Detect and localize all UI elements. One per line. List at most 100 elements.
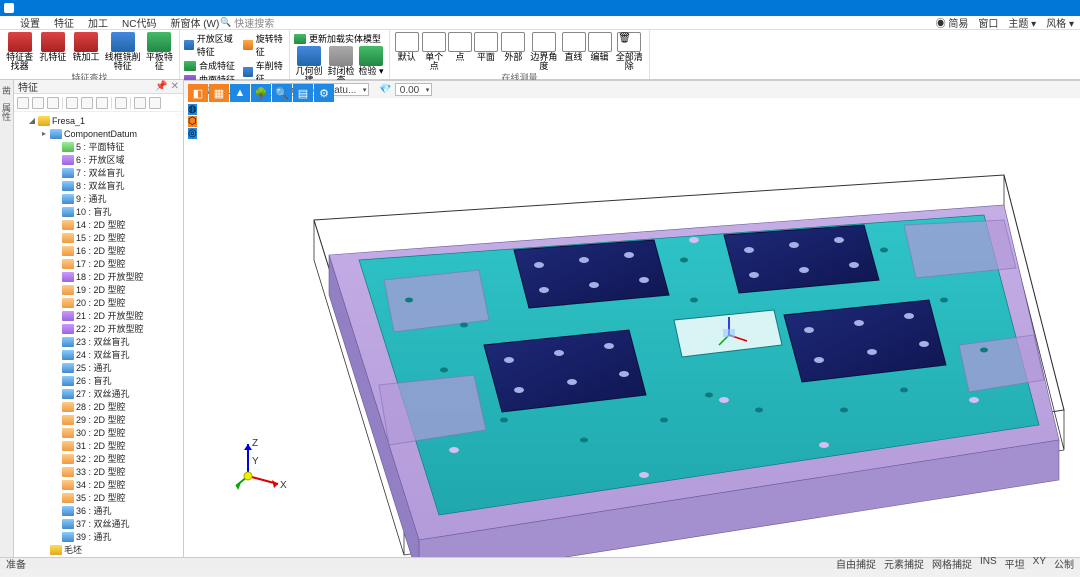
tree-item[interactable]: 34 : 2D 型腔: [14, 478, 183, 491]
menu-machining[interactable]: 加工: [88, 15, 108, 30]
tree-item[interactable]: 27 : 双丝通孔: [14, 387, 183, 400]
tree-item[interactable]: 18 : 2D 开放型腔: [14, 270, 183, 283]
feature-tree[interactable]: ◢Fresa_1▸ComponentDatum5 : 平面特征6 : 开放区域7…: [14, 112, 183, 557]
plane-button[interactable]: 平面: [473, 32, 499, 71]
view-icon[interactable]: ◎: [188, 128, 197, 139]
tree-item[interactable]: 21 : 2D 开放型腔: [14, 309, 183, 322]
view-icon[interactable]: ◧: [188, 84, 208, 102]
viewport[interactable]: ◧ ▦ ▲ 🌳 🔍 ▤ ⚙ ◍ ⬡ ◎: [184, 80, 1080, 557]
clear-all-button[interactable]: 🗑全部清除: [614, 32, 645, 71]
hole-feature-button[interactable]: 孔特征: [37, 32, 68, 71]
status-value-dropdown[interactable]: 0.00: [395, 83, 432, 96]
tree-item[interactable]: 37 : 双丝通孔: [14, 517, 183, 530]
slab-button[interactable]: 平板特征: [144, 32, 175, 71]
view-icon[interactable]: ◍: [188, 104, 197, 115]
svg-text:X: X: [280, 480, 287, 491]
snap-grid[interactable]: 网格捕捉: [932, 556, 972, 571]
view-icon[interactable]: 🔍: [272, 84, 292, 102]
status-flat: 平坦: [1005, 556, 1025, 571]
view-icon[interactable]: ▦: [209, 84, 229, 102]
menu-feature[interactable]: 特征: [54, 15, 74, 30]
sidebar: 凿 属性: [0, 80, 14, 557]
menu-theme[interactable]: 主题 ▾: [1008, 15, 1036, 30]
tree-item[interactable]: 20 : 2D 型腔: [14, 296, 183, 309]
tree-item[interactable]: 31 : 2D 型腔: [14, 439, 183, 452]
pin-icon[interactable]: 📌 ✕: [155, 81, 179, 92]
menu-simple[interactable]: ◉ 简易: [936, 15, 969, 30]
feature-finder-button[interactable]: 特征查找器: [4, 32, 35, 71]
quick-search[interactable]: 快速搜索: [220, 15, 274, 30]
tree-item[interactable]: 15 : 2D 型腔: [14, 231, 183, 244]
tree-item[interactable]: 17 : 2D 型腔: [14, 257, 183, 270]
menu-newform[interactable]: 新窗体 (W): [170, 15, 219, 30]
edit-button[interactable]: 编辑: [588, 32, 612, 71]
tree-item[interactable]: 19 : 2D 型腔: [14, 283, 183, 296]
tool-icon[interactable]: [81, 97, 93, 109]
panel-title: 特征: [18, 79, 38, 94]
tool-icon[interactable]: [115, 97, 127, 109]
tree-item[interactable]: 10 : 盲孔: [14, 205, 183, 218]
tree-item[interactable]: 35 : 2D 型腔: [14, 491, 183, 504]
menu-nc[interactable]: NC代码: [122, 15, 156, 30]
tree-item[interactable]: 26 : 盲孔: [14, 374, 183, 387]
menu-window[interactable]: 窗口: [978, 15, 998, 30]
tool-icon[interactable]: [96, 97, 108, 109]
tree-item[interactable]: 24 : 双丝盲孔: [14, 348, 183, 361]
tree-item[interactable]: 22 : 2D 开放型腔: [14, 322, 183, 335]
default-button[interactable]: 默认: [394, 32, 420, 71]
tool-icon[interactable]: [66, 97, 78, 109]
update-solid-button[interactable]: 更新加载实体模型: [294, 32, 385, 45]
tree-item[interactable]: 5 : 平面特征: [14, 140, 183, 153]
tool-icon[interactable]: [17, 97, 29, 109]
view-icon[interactable]: ▲: [230, 84, 250, 102]
sidebar-tab[interactable]: 属性: [0, 103, 13, 121]
tree-item[interactable]: 32 : 2D 型腔: [14, 452, 183, 465]
tree-item[interactable]: 30 : 2D 型腔: [14, 426, 183, 439]
tree-item[interactable]: 6 : 开放区域: [14, 153, 183, 166]
footer-statusbar: 准备 自由捕捉 元素捕捉 网格捕捉 INS 平坦 XY 公制: [0, 557, 1080, 569]
ribbon: 特征查找器 孔特征 铣加工 线框铣削特征 平板特征 特征查找 开放区域特征 合成…: [0, 30, 1080, 80]
edge-angle-button[interactable]: 边界角度: [528, 32, 559, 71]
tree-item[interactable]: 14 : 2D 型腔: [14, 218, 183, 231]
tree-item[interactable]: 33 : 2D 型腔: [14, 465, 183, 478]
line-button[interactable]: 直线: [562, 32, 586, 71]
tree-component[interactable]: ▸ComponentDatum: [14, 127, 183, 140]
model-view[interactable]: [184, 80, 1080, 557]
outer-button[interactable]: 外部: [501, 32, 527, 71]
view-icon[interactable]: ⚙: [314, 84, 334, 102]
snap-free[interactable]: 自由捕捉: [836, 556, 876, 571]
tree-item[interactable]: 8 : 双丝盲孔: [14, 179, 183, 192]
rotate-button[interactable]: 旋转特征: [243, 32, 285, 58]
view-icon[interactable]: ▤: [293, 84, 313, 102]
tree-root[interactable]: ◢Fresa_1: [14, 114, 183, 127]
tree-item[interactable]: 16 : 2D 型腔: [14, 244, 183, 257]
tree-item[interactable]: 28 : 2D 型腔: [14, 400, 183, 413]
tree-item[interactable]: 23 : 双丝盲孔: [14, 335, 183, 348]
compose-button[interactable]: 合成特征: [184, 59, 241, 72]
menu-settings[interactable]: 设置: [20, 15, 40, 30]
open-region-button[interactable]: 开放区域特征: [184, 32, 241, 58]
wireframe-button[interactable]: 线框铣削特征: [104, 32, 142, 71]
tool-icon[interactable]: [134, 97, 146, 109]
view-icon[interactable]: 🌳: [251, 84, 271, 102]
tree-item[interactable]: 36 : 通孔: [14, 504, 183, 517]
sidebar-tab[interactable]: 凿: [0, 86, 13, 95]
milling-button[interactable]: 铣加工: [70, 32, 101, 71]
tree-item[interactable]: 25 : 通孔: [14, 361, 183, 374]
tool-icon[interactable]: [47, 97, 59, 109]
viewport-toolbar: ◧ ▦ ▲ 🌳 🔍 ▤ ⚙: [188, 84, 334, 102]
tree-item[interactable]: 7 : 双丝盲孔: [14, 166, 183, 179]
tree-item[interactable]: 39 : 通孔: [14, 530, 183, 543]
tree-item[interactable]: 9 : 通孔: [14, 192, 183, 205]
view-icon[interactable]: ⬡: [188, 116, 197, 127]
point-button[interactable]: 点: [449, 32, 471, 71]
single-point-button[interactable]: 单个点: [422, 32, 448, 71]
feature-panel: 特征 📌 ✕ ◢Fresa_1▸ComponentDatum5 : 平面特征6 …: [14, 80, 184, 557]
tool-icon[interactable]: [32, 97, 44, 109]
snap-element[interactable]: 元素捕捉: [884, 556, 924, 571]
tool-icon[interactable]: [149, 97, 161, 109]
menu-style[interactable]: 风格 ▾: [1046, 15, 1074, 30]
status-ins: INS: [980, 556, 997, 571]
tree-item[interactable]: 29 : 2D 型腔: [14, 413, 183, 426]
tree-stock[interactable]: 毛坯: [14, 543, 183, 556]
